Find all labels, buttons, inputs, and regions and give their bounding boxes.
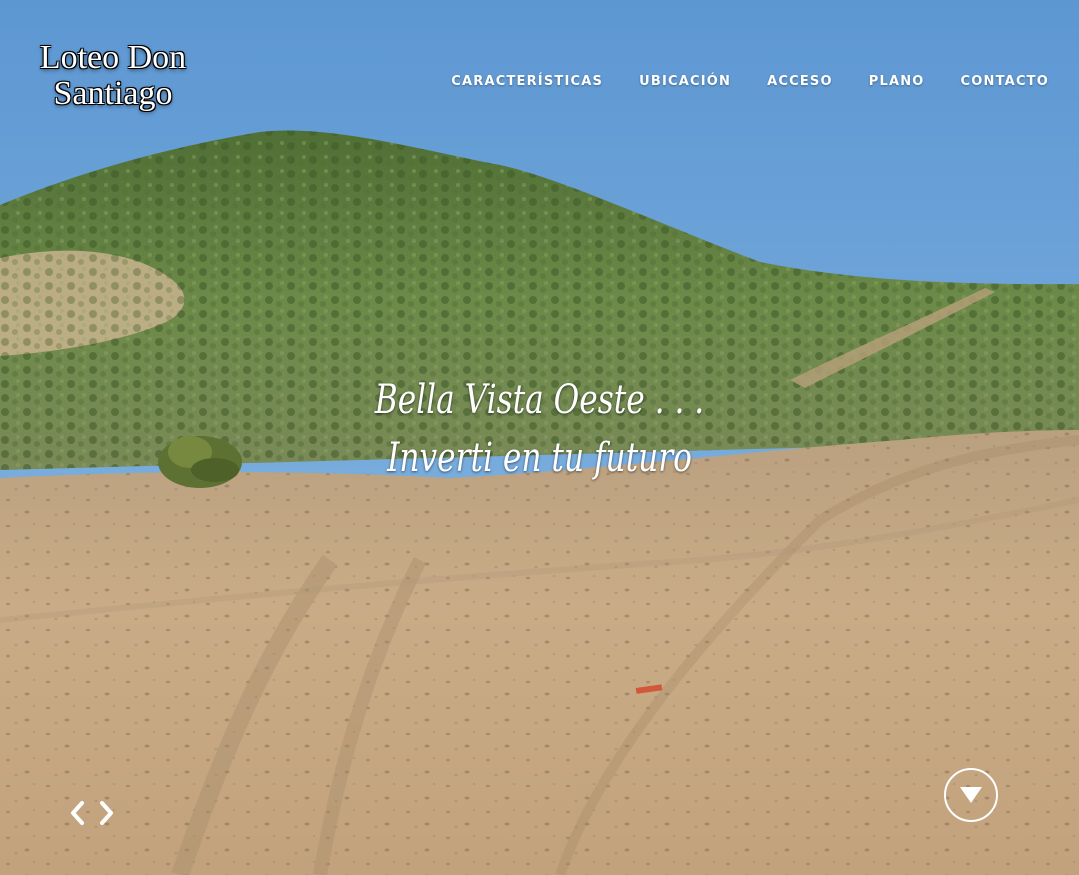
scroll-down-button[interactable] bbox=[944, 768, 998, 822]
nav-item-plano[interactable]: PLANO bbox=[869, 74, 925, 89]
nav-item-acceso[interactable]: ACCESO bbox=[767, 74, 833, 89]
chevron-right-icon bbox=[100, 801, 113, 825]
site-logo[interactable]: Loteo Don Santiago bbox=[28, 40, 198, 112]
logo-line-2: Santiago bbox=[53, 75, 173, 112]
main-navigation: CARACTERÍSTICAS UBICACIÓN ACCESO PLANO C… bbox=[415, 74, 1049, 89]
hero-heading: Bella Vista Oeste . . . bbox=[374, 377, 705, 423]
logo-line-1: Loteo Don bbox=[39, 39, 187, 76]
slider-next-button[interactable] bbox=[96, 798, 118, 828]
hero-subheading: Inverti en tu futuro bbox=[387, 435, 692, 481]
triangle-down-icon bbox=[960, 787, 982, 803]
chevron-left-icon bbox=[71, 801, 84, 825]
nav-item-ubicacion[interactable]: UBICACIÓN bbox=[639, 74, 731, 89]
nav-item-contacto[interactable]: CONTACTO bbox=[961, 74, 1049, 89]
nav-item-caracteristicas[interactable]: CARACTERÍSTICAS bbox=[451, 74, 603, 89]
hero-section: Loteo Don Santiago CARACTERÍSTICAS UBICA… bbox=[0, 0, 1079, 875]
slider-prev-button[interactable] bbox=[66, 798, 88, 828]
